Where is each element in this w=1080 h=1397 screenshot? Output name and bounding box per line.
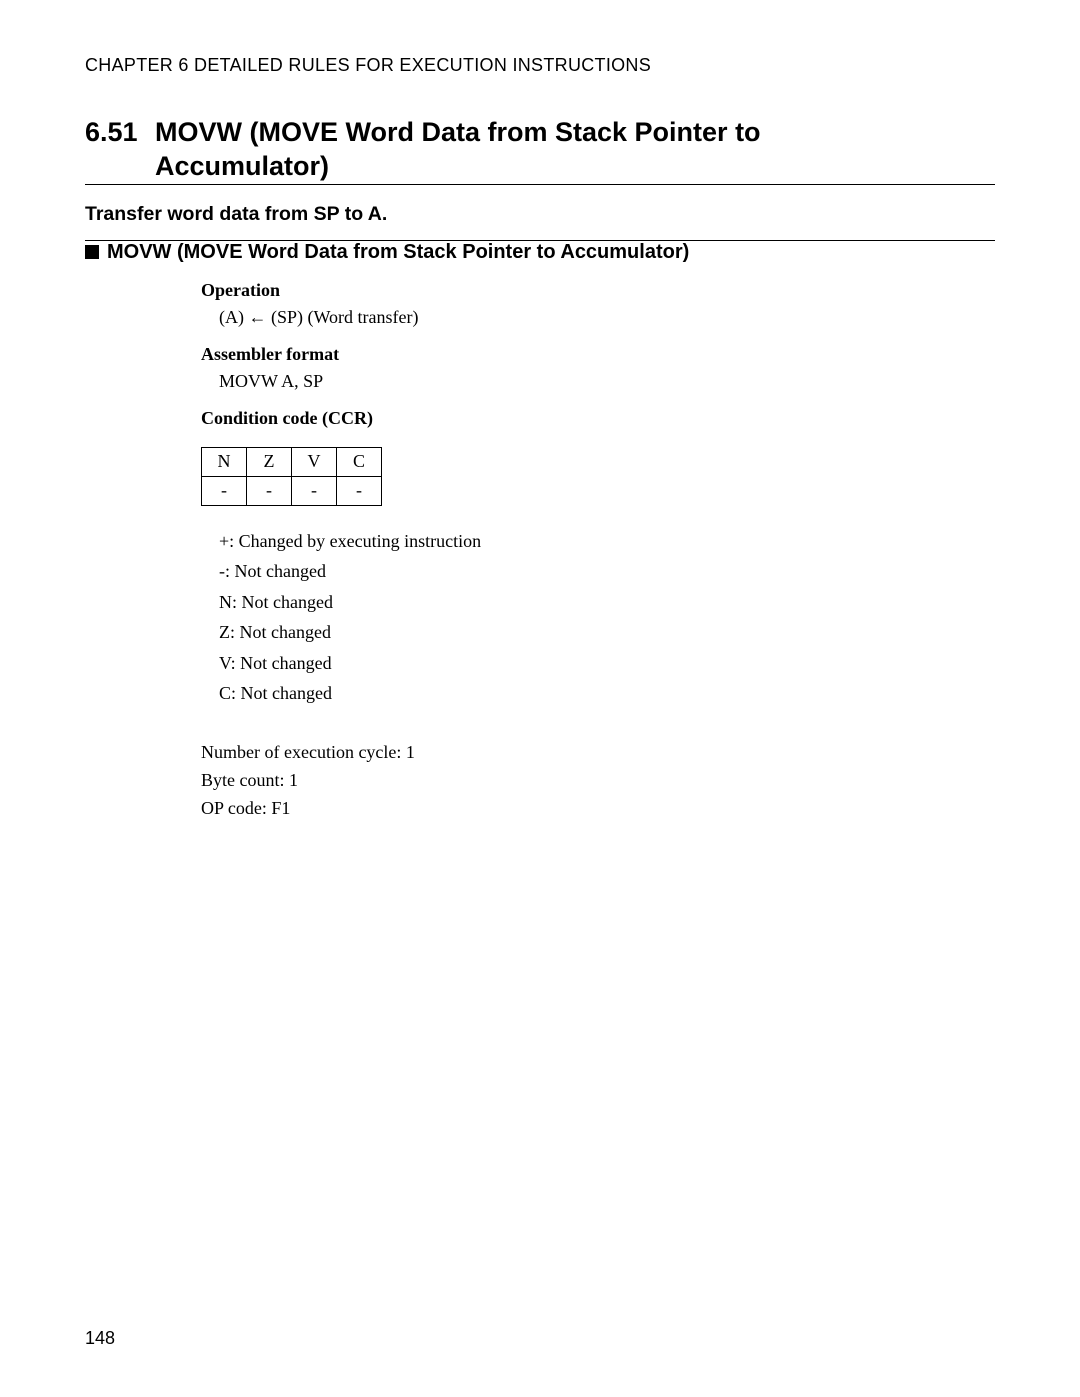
- ccr-header-c: C: [337, 447, 382, 476]
- subsection-title: MOVW (MOVE Word Data from Stack Pointer …: [107, 241, 689, 263]
- ccr-header-v: V: [292, 447, 337, 476]
- ccr-legend: +: Changed by executing instruction -: N…: [219, 526, 995, 710]
- byte-count: Byte count: 1: [201, 767, 995, 795]
- ccr-table: N Z V C - - - -: [201, 447, 382, 506]
- legend-line: Z: Not changed: [219, 617, 995, 648]
- assembler-text: MOVW A, SP: [219, 371, 995, 392]
- extra-block: Number of execution cycle: 1 Byte count:…: [201, 739, 995, 823]
- section-summary: Transfer word data from SP to A.: [85, 203, 995, 226]
- section-title: MOVW (MOVE Word Data from Stack Pointer …: [155, 116, 875, 184]
- table-row: - - - -: [202, 476, 382, 505]
- assembler-label: Assembler format: [201, 344, 995, 365]
- op-code: OP code: F1: [201, 795, 995, 823]
- square-bullet-icon: [85, 245, 99, 259]
- legend-line: -: Not changed: [219, 556, 995, 587]
- section-number: 6.51: [85, 116, 155, 184]
- ccr-header-z: Z: [247, 447, 292, 476]
- page-number: 148: [85, 1328, 115, 1349]
- legend-line: V: Not changed: [219, 648, 995, 679]
- legend-line: N: Not changed: [219, 587, 995, 618]
- ccr-val-z: -: [247, 476, 292, 505]
- ccr-val-v: -: [292, 476, 337, 505]
- chapter-header: CHAPTER 6 DETAILED RULES FOR EXECUTION I…: [85, 55, 995, 76]
- ccr-val-c: -: [337, 476, 382, 505]
- ccr-header-n: N: [202, 447, 247, 476]
- legend-line: C: Not changed: [219, 678, 995, 709]
- legend-line: +: Changed by executing instruction: [219, 526, 995, 557]
- operation-label: Operation: [201, 280, 995, 301]
- divider: [85, 184, 995, 185]
- section-heading: 6.51 MOVW (MOVE Word Data from Stack Poi…: [85, 116, 995, 184]
- ccr-val-n: -: [202, 476, 247, 505]
- content-block: Operation (A) ← (SP) (Word transfer) Ass…: [201, 280, 995, 823]
- operation-text: (A) ← (SP) (Word transfer): [219, 307, 995, 328]
- ccr-label: Condition code (CCR): [201, 408, 995, 429]
- subsection-heading: MOVW (MOVE Word Data from Stack Pointer …: [85, 241, 995, 264]
- exec-cycle: Number of execution cycle: 1: [201, 739, 995, 767]
- page: CHAPTER 6 DETAILED RULES FOR EXECUTION I…: [0, 0, 1080, 1397]
- table-row: N Z V C: [202, 447, 382, 476]
